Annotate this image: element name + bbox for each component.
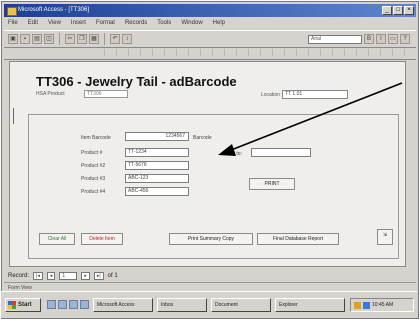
maximize-button[interactable]: □ (393, 6, 403, 15)
record-number-field[interactable]: 1 (59, 271, 78, 280)
minimize-button[interactable]: _ (382, 6, 392, 15)
menu-file[interactable]: File (8, 18, 18, 29)
menu-records[interactable]: Records (125, 18, 147, 29)
font-combo[interactable]: Arial (308, 34, 362, 44)
item-barcode-label: Item Barcode (81, 135, 111, 141)
access-app-icon (7, 7, 17, 16)
print-summary-copy-button[interactable]: Print Summary Copy (169, 233, 253, 245)
clock: 10:45 AM (372, 302, 394, 308)
print-icon[interactable]: ▤ (32, 34, 42, 44)
subtitle-label: HSA Product (36, 91, 65, 97)
help-icon[interactable]: ? (400, 34, 410, 44)
quick-launch (47, 300, 89, 309)
record-navigation-bar: Record: |◂ ◂ 1 ▸ ▸| of 1 (4, 270, 416, 281)
record-label: Record: (8, 272, 30, 279)
clear-all-button[interactable]: Clear All (39, 233, 75, 245)
browser-icon[interactable] (58, 300, 67, 309)
exit-icon: ⇲ (382, 232, 388, 238)
how-to-input[interactable] (251, 148, 311, 157)
subtitle-value: TT306 (84, 90, 128, 98)
preview-icon[interactable]: ◫ (44, 34, 54, 44)
form-document: TT306 - Jewelry Tail - adBarcode HSA Pro… (9, 61, 406, 267)
bold-icon[interactable]: B (364, 34, 374, 44)
ruler (104, 49, 410, 56)
how-to-label: How to: (225, 151, 242, 157)
product-4-label: Product #4 (81, 189, 106, 195)
exit-button[interactable]: ⇲ (377, 229, 393, 245)
toolbar-separator (104, 33, 105, 45)
mail-icon[interactable] (69, 300, 78, 309)
menu-insert[interactable]: Insert (71, 18, 86, 29)
window-title: Microsoft Access - [TT306] (18, 7, 90, 13)
taskbar: Start Microsoft Access Inbox Document Ex… (1, 291, 417, 318)
task-document[interactable]: Document (211, 298, 271, 312)
location-label: Location (261, 92, 280, 98)
product-3-label: Product #3 (81, 176, 106, 182)
window-controls: _ □ × (382, 6, 414, 15)
folder-icon[interactable] (80, 300, 89, 309)
task-access[interactable]: Microsoft Access (93, 298, 153, 312)
view-icon[interactable]: ▣ (8, 34, 18, 44)
start-button[interactable]: Start (5, 298, 41, 312)
record-count: of 1 (107, 272, 118, 279)
window-icon[interactable]: ▭ (388, 34, 398, 44)
cut-icon[interactable]: ✂ (65, 34, 75, 44)
menu-edit[interactable]: Edit (28, 18, 38, 29)
sort-icon[interactable]: ↕ (122, 34, 132, 44)
desktop-icon[interactable] (47, 300, 56, 309)
task-explorer[interactable]: Explorer (275, 298, 345, 312)
start-label: Start (18, 302, 32, 308)
system-tray: 10:45 AM (350, 298, 414, 312)
final-database-report-button[interactable]: Final Database Report (257, 233, 339, 245)
menu-bar: File Edit View Insert Format Records Too… (4, 18, 416, 29)
product-2-label: Product #2 (81, 163, 106, 169)
task-inbox[interactable]: Inbox (157, 298, 207, 312)
close-button[interactable]: × (404, 6, 414, 15)
barcode-suffix-label: Barcode (193, 135, 212, 141)
volume-icon[interactable] (363, 301, 370, 309)
next-record-button[interactable]: ▸ (81, 271, 90, 280)
main-toolbar: ▣ ▪ ▤ ◫ ✂ ❐ ▦ ↶ ↕ Arial B I ▭ ? (4, 30, 416, 48)
product-3-input[interactable]: ABC-123 (125, 174, 189, 183)
location-field[interactable]: TT 1.01 (282, 90, 348, 99)
last-record-button[interactable]: ▸| (93, 271, 104, 280)
product-2-input[interactable]: TT-5678 (125, 161, 189, 170)
product-1-input[interactable]: TT-1234 (125, 148, 189, 157)
menu-view[interactable]: View (48, 18, 61, 29)
print-label-button[interactable]: PRINT (249, 178, 295, 190)
product-1-label: Product # (81, 150, 103, 156)
first-record-button[interactable]: |◂ (33, 271, 43, 280)
italic-icon[interactable]: I (376, 34, 386, 44)
item-barcode-input[interactable]: 1234567 (125, 132, 189, 141)
save-icon[interactable]: ▪ (20, 34, 30, 44)
title-bar: Microsoft Access - [TT306] _ □ × (4, 4, 416, 17)
toolbar-separator (59, 33, 60, 45)
page-title: TT306 - Jewelry Tail - adBarcode (36, 74, 237, 89)
record-selector[interactable] (10, 108, 14, 124)
network-icon[interactable] (354, 301, 361, 309)
menu-tools[interactable]: Tools (157, 18, 171, 29)
undo-icon[interactable]: ↶ (110, 34, 120, 44)
copy-icon[interactable]: ❐ (77, 34, 87, 44)
menu-help[interactable]: Help (213, 18, 225, 29)
windows-logo-icon (8, 301, 16, 309)
form-panel: Item Barcode 1234567 Barcode Product # T… (28, 114, 399, 259)
previous-record-button[interactable]: ◂ (46, 271, 56, 280)
product-4-input[interactable]: ABC-456 (125, 187, 189, 196)
paste-icon[interactable]: ▦ (89, 34, 99, 44)
formatting-toolbar (4, 47, 416, 60)
application-window: Microsoft Access - [TT306] _ □ × File Ed… (1, 1, 419, 319)
menu-format[interactable]: Format (96, 18, 115, 29)
delete-item-button[interactable]: Delete Item (81, 233, 123, 245)
menu-window[interactable]: Window (181, 18, 202, 29)
